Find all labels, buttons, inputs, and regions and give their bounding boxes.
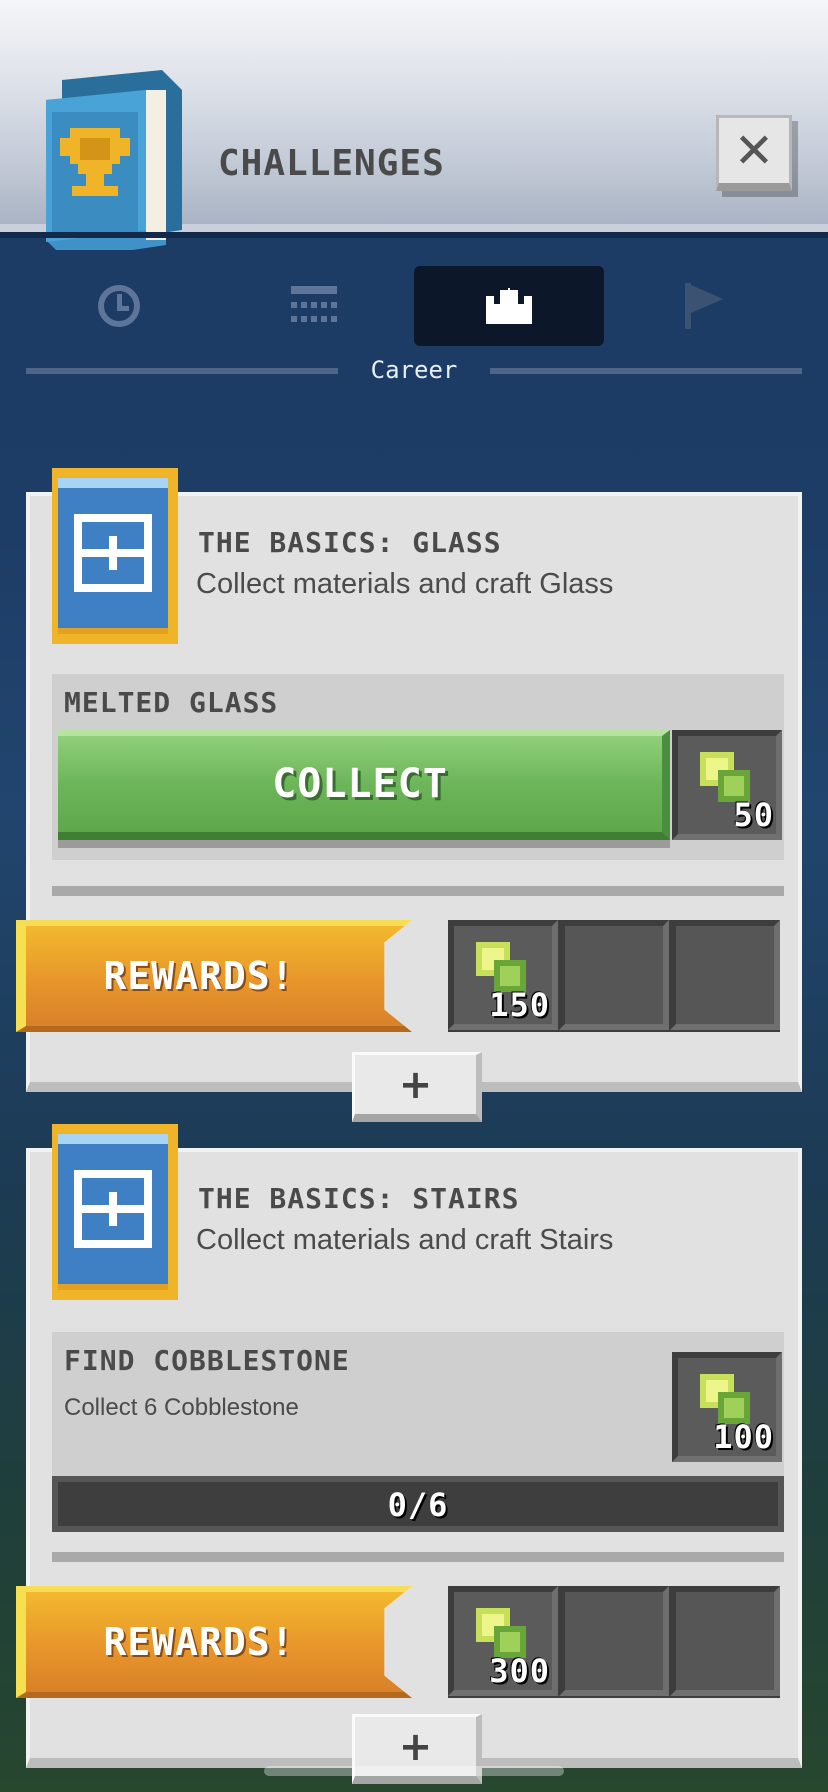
plus-icon: + xyxy=(398,1061,433,1108)
reward-slot-empty xyxy=(670,1586,780,1696)
rewards-label: REWARDS! xyxy=(103,1620,295,1664)
reward-count: 150 xyxy=(489,986,550,1024)
task-description: Collect 6 Cobblestone xyxy=(64,1394,299,1421)
plus-icon: + xyxy=(398,1723,433,1770)
tab-divider xyxy=(490,368,802,374)
close-icon: ✕ xyxy=(733,122,775,179)
task-reward-slot: 50 xyxy=(672,730,782,840)
flag-icon xyxy=(685,283,723,329)
tab-events[interactable] xyxy=(609,266,799,346)
rewards-slots: 150 xyxy=(448,920,780,1032)
challenge-title: THE BASICS: STAIRS xyxy=(198,1182,520,1215)
progress-text: 0/6 xyxy=(387,1486,449,1524)
task-panel: FIND COBBLESTONE Collect 6 Cobblestone 1… xyxy=(52,1332,784,1532)
divider xyxy=(52,886,784,896)
challenge-banner-icon xyxy=(52,1124,178,1300)
task-title: FIND COBBLESTONE xyxy=(64,1344,350,1377)
task-title: MELTED GLASS xyxy=(64,686,279,719)
clock-icon xyxy=(98,285,140,327)
reward-slot-empty xyxy=(670,920,780,1030)
tab-calendar[interactable] xyxy=(219,266,409,346)
close-button[interactable]: ✕ xyxy=(716,115,792,191)
task-reward-slot: 100 xyxy=(672,1352,782,1462)
reward-count: 100 xyxy=(713,1418,774,1456)
challenges-book-icon xyxy=(46,70,182,250)
reward-count: 300 xyxy=(489,1652,550,1690)
challenge-card: THE BASICS: GLASS Collect materials and … xyxy=(16,468,802,1122)
reward-slot: 300 xyxy=(448,1586,558,1696)
calendar-icon xyxy=(291,286,337,322)
challenge-title: THE BASICS: GLASS xyxy=(198,526,502,559)
challenge-subtitle: Collect materials and craft Stairs xyxy=(196,1224,614,1256)
challenge-card: THE BASICS: STAIRS Collect materials and… xyxy=(16,1124,802,1784)
rewards-banner[interactable]: REWARDS! xyxy=(16,920,412,1032)
reward-slot: 150 xyxy=(448,920,558,1030)
challenge-banner-icon xyxy=(52,468,178,644)
rewards-banner[interactable]: REWARDS! xyxy=(16,1586,412,1698)
page-title: CHALLENGES xyxy=(218,143,445,184)
tab-daily[interactable] xyxy=(24,266,214,346)
expand-button[interactable]: + xyxy=(352,1052,482,1122)
tab-divider xyxy=(26,368,338,374)
header: CHALLENGES ✕ xyxy=(0,0,828,250)
active-tab-label: Career xyxy=(370,356,458,384)
reward-count: 50 xyxy=(733,796,774,834)
task-panel: MELTED GLASS COLLECT 50 xyxy=(52,674,784,860)
collect-button[interactable]: COLLECT xyxy=(58,730,670,840)
home-indicator[interactable] xyxy=(264,1766,564,1776)
crown-icon xyxy=(486,288,532,324)
challenge-subtitle: Collect materials and craft Glass xyxy=(196,568,614,600)
tab-career[interactable] xyxy=(414,266,604,346)
tab-bar xyxy=(24,266,804,346)
collect-button-label: COLLECT xyxy=(272,761,448,807)
reward-slot-empty xyxy=(559,1586,669,1696)
rewards-slots: 300 xyxy=(448,1586,780,1698)
progress-bar: 0/6 xyxy=(52,1476,784,1532)
divider xyxy=(52,1552,784,1562)
rewards-label: REWARDS! xyxy=(103,954,295,998)
reward-slot-empty xyxy=(559,920,669,1030)
